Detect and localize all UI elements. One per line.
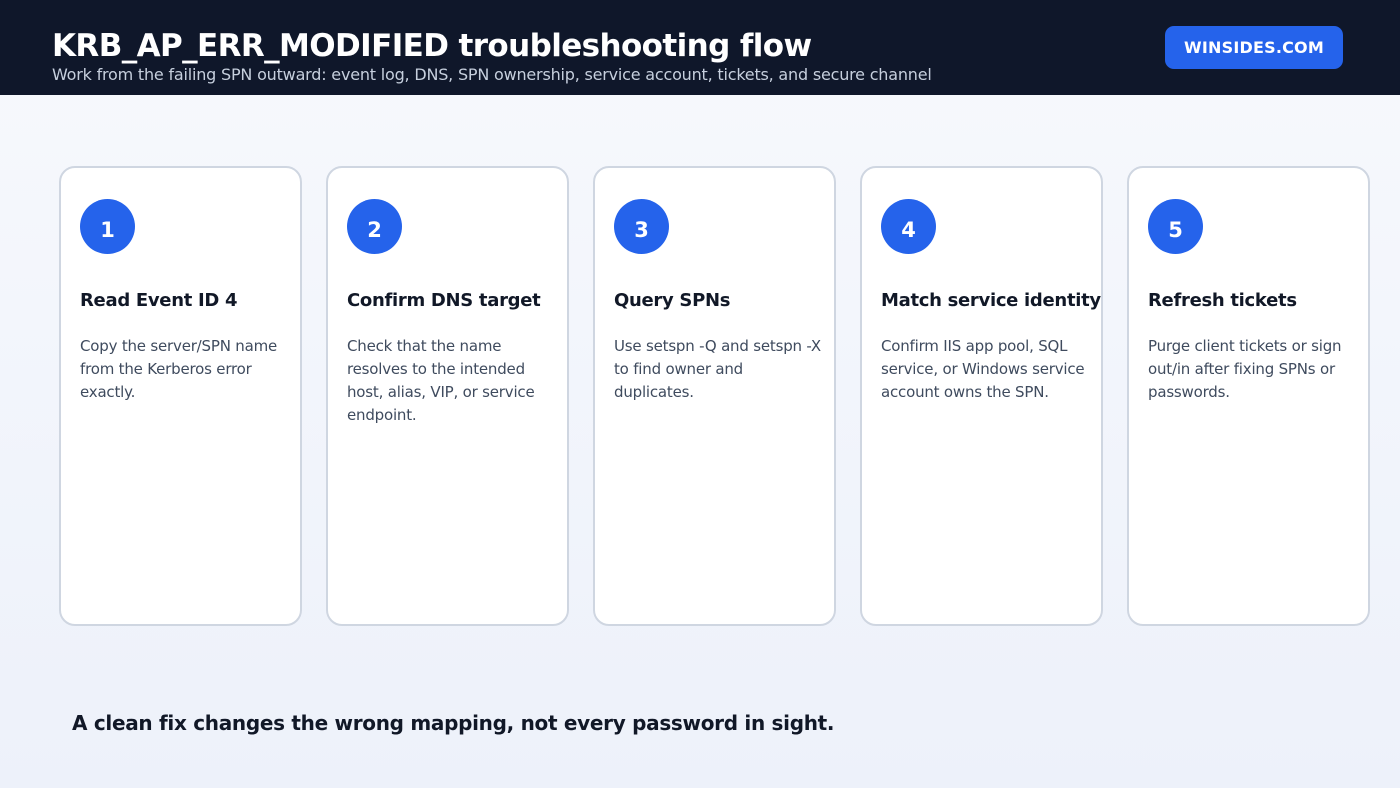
- page-subtitle: Work from the failing SPN outward: event…: [52, 65, 932, 84]
- step-number-badge: 4: [881, 199, 936, 254]
- step-number-badge: 2: [347, 199, 402, 254]
- step-description: Purge client tickets or sign out/in afte…: [1148, 337, 1342, 401]
- step-title: Confirm DNS target: [347, 290, 541, 311]
- step-card-2: 2 Confirm DNS target Check that the name…: [326, 166, 569, 626]
- step-description: Check that the name resolves to the inte…: [347, 337, 535, 424]
- step-title: Refresh tickets: [1148, 290, 1297, 311]
- step-card-1: 1 Read Event ID 4 Copy the server/SPN na…: [59, 166, 302, 626]
- step-description: Confirm IIS app pool, SQL service, or Wi…: [881, 337, 1085, 401]
- step-card-3: 3 Query SPNs Use setspn -Q and setspn -X…: [593, 166, 836, 626]
- step-title: Read Event ID 4: [80, 290, 238, 311]
- footer-note: A clean fix changes the wrong mapping, n…: [72, 711, 835, 735]
- page-title: KRB_AP_ERR_MODIFIED troubleshooting flow: [52, 28, 812, 64]
- step-number-badge: 3: [614, 199, 669, 254]
- step-title: Match service identity: [881, 290, 1101, 311]
- step-card-5: 5 Refresh tickets Purge client tickets o…: [1127, 166, 1370, 626]
- brand-button[interactable]: WINSIDES.COM: [1165, 26, 1343, 69]
- step-description: Copy the server/SPN name from the Kerber…: [80, 337, 278, 401]
- step-number-badge: 1: [80, 199, 135, 254]
- step-description: Use setspn -Q and setspn -X to find owne…: [614, 337, 821, 401]
- step-card-4: 4 Match service identity Confirm IIS app…: [860, 166, 1103, 626]
- step-title: Query SPNs: [614, 290, 731, 311]
- step-number-badge: 5: [1148, 199, 1203, 254]
- header-bar: KRB_AP_ERR_MODIFIED troubleshooting flow…: [0, 0, 1400, 95]
